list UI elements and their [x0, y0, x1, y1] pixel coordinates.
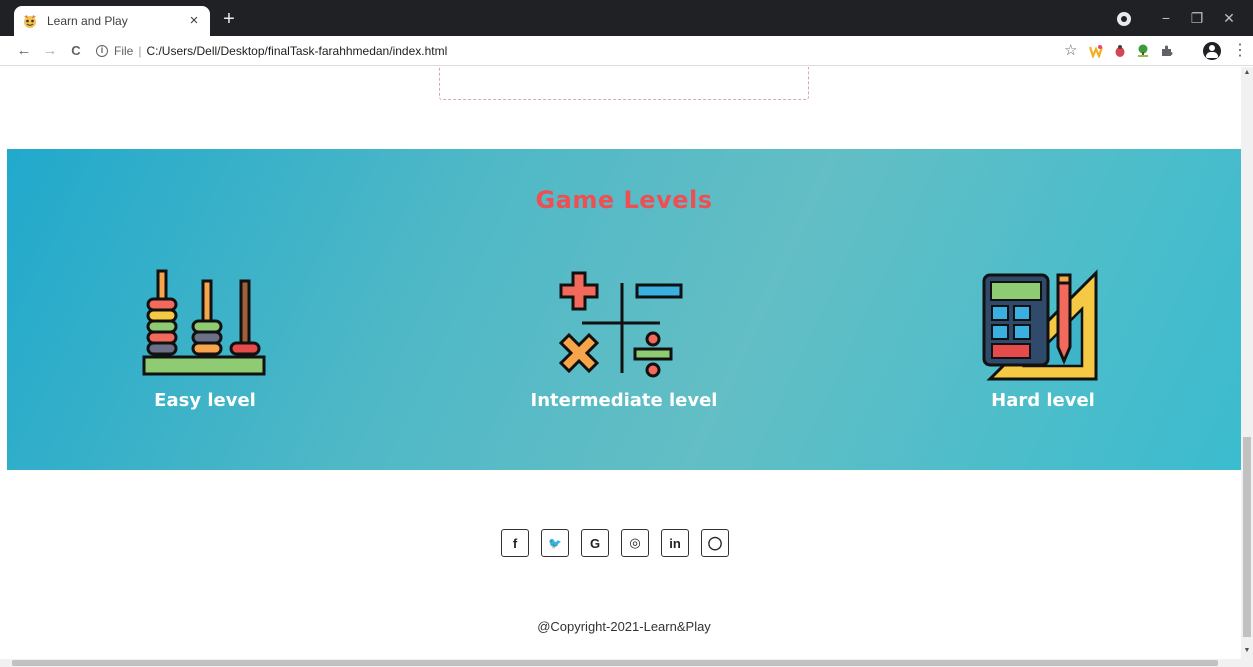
forward-button[interactable]: →: [40, 41, 60, 61]
tab-title: Learn and Play: [47, 14, 128, 28]
twitter-icon[interactable]: 🐦: [541, 529, 569, 557]
browser-tabstrip: Learn and Play × + − ❐ ✕: [0, 0, 1253, 36]
scroll-down-icon[interactable]: ▼: [1241, 647, 1253, 654]
page-viewport: Game Levels Easy level Intermediate leve…: [0, 67, 1241, 659]
google-icon[interactable]: G: [581, 529, 609, 557]
vertical-scroll-thumb[interactable]: [1243, 437, 1251, 637]
github-icon[interactable]: ◯: [701, 529, 729, 557]
math-operators-icon: [559, 271, 683, 378]
extension-bug-icon[interactable]: [1113, 44, 1127, 58]
new-tab-button[interactable]: +: [218, 9, 240, 31]
vertical-scrollbar[interactable]: ▲ ▼: [1241, 67, 1253, 659]
level-label-hard: Hard level: [991, 390, 1095, 411]
calculator-ruler-icon: [982, 269, 1098, 381]
extension-tree-icon[interactable]: [1136, 44, 1150, 58]
url-scheme: File: [114, 44, 134, 58]
facebook-icon[interactable]: f: [501, 529, 529, 557]
browser-toolbar: ← → C i File | C:/Users/Dell/Desktop/fin…: [0, 36, 1253, 66]
browser-tab[interactable]: Learn and Play ×: [14, 6, 210, 36]
close-window-button[interactable]: ✕: [1218, 9, 1240, 27]
copyright-text: @Copyright-2021-Learn&Play: [537, 619, 711, 634]
level-card-intermediate[interactable]: Intermediate level: [494, 269, 754, 411]
back-button[interactable]: ←: [14, 41, 34, 61]
scroll-up-icon[interactable]: ▲: [1241, 69, 1253, 76]
reload-button[interactable]: C: [66, 41, 86, 61]
instagram-icon[interactable]: ◎: [621, 529, 649, 557]
social-links: f 🐦 G ◎ in ◯: [501, 529, 733, 557]
url-separator: |: [138, 44, 142, 58]
game-levels-title: Game Levels: [535, 186, 713, 214]
url-text[interactable]: C:/Users/Dell/Desktop/finalTask-farahhme…: [146, 44, 447, 58]
extension-w-icon[interactable]: [1089, 44, 1103, 58]
level-card-easy[interactable]: Easy level: [75, 269, 335, 411]
level-label-intermediate: Intermediate level: [530, 390, 718, 411]
info-icon[interactable]: i: [96, 45, 108, 57]
address-bar[interactable]: i File | C:/Users/Dell/Desktop/finalTask…: [96, 40, 1096, 62]
minimize-button[interactable]: −: [1155, 9, 1177, 27]
game-levels-section: Game Levels Easy level Intermediate leve…: [7, 149, 1241, 470]
level-card-hard[interactable]: Hard level: [913, 269, 1173, 411]
learn-and-play-favicon: [24, 15, 36, 28]
bookmark-star-icon[interactable]: ☆: [1064, 42, 1077, 60]
chrome-profile-icon[interactable]: [1117, 12, 1131, 26]
horizontal-scrollbar[interactable]: [0, 659, 1253, 667]
extensions-puzzle-icon[interactable]: [1160, 44, 1174, 58]
abacus-icon: [142, 269, 266, 376]
horizontal-scroll-thumb[interactable]: [12, 660, 1218, 666]
browser-menu-icon[interactable]: ⋮: [1232, 41, 1248, 61]
previous-section-box: [439, 67, 809, 100]
restore-button[interactable]: ❐: [1186, 9, 1208, 27]
tab-close-icon[interactable]: ×: [186, 13, 202, 29]
profile-avatar-icon[interactable]: [1203, 42, 1221, 60]
linkedin-icon[interactable]: in: [661, 529, 689, 557]
level-label-easy: Easy level: [154, 390, 256, 411]
